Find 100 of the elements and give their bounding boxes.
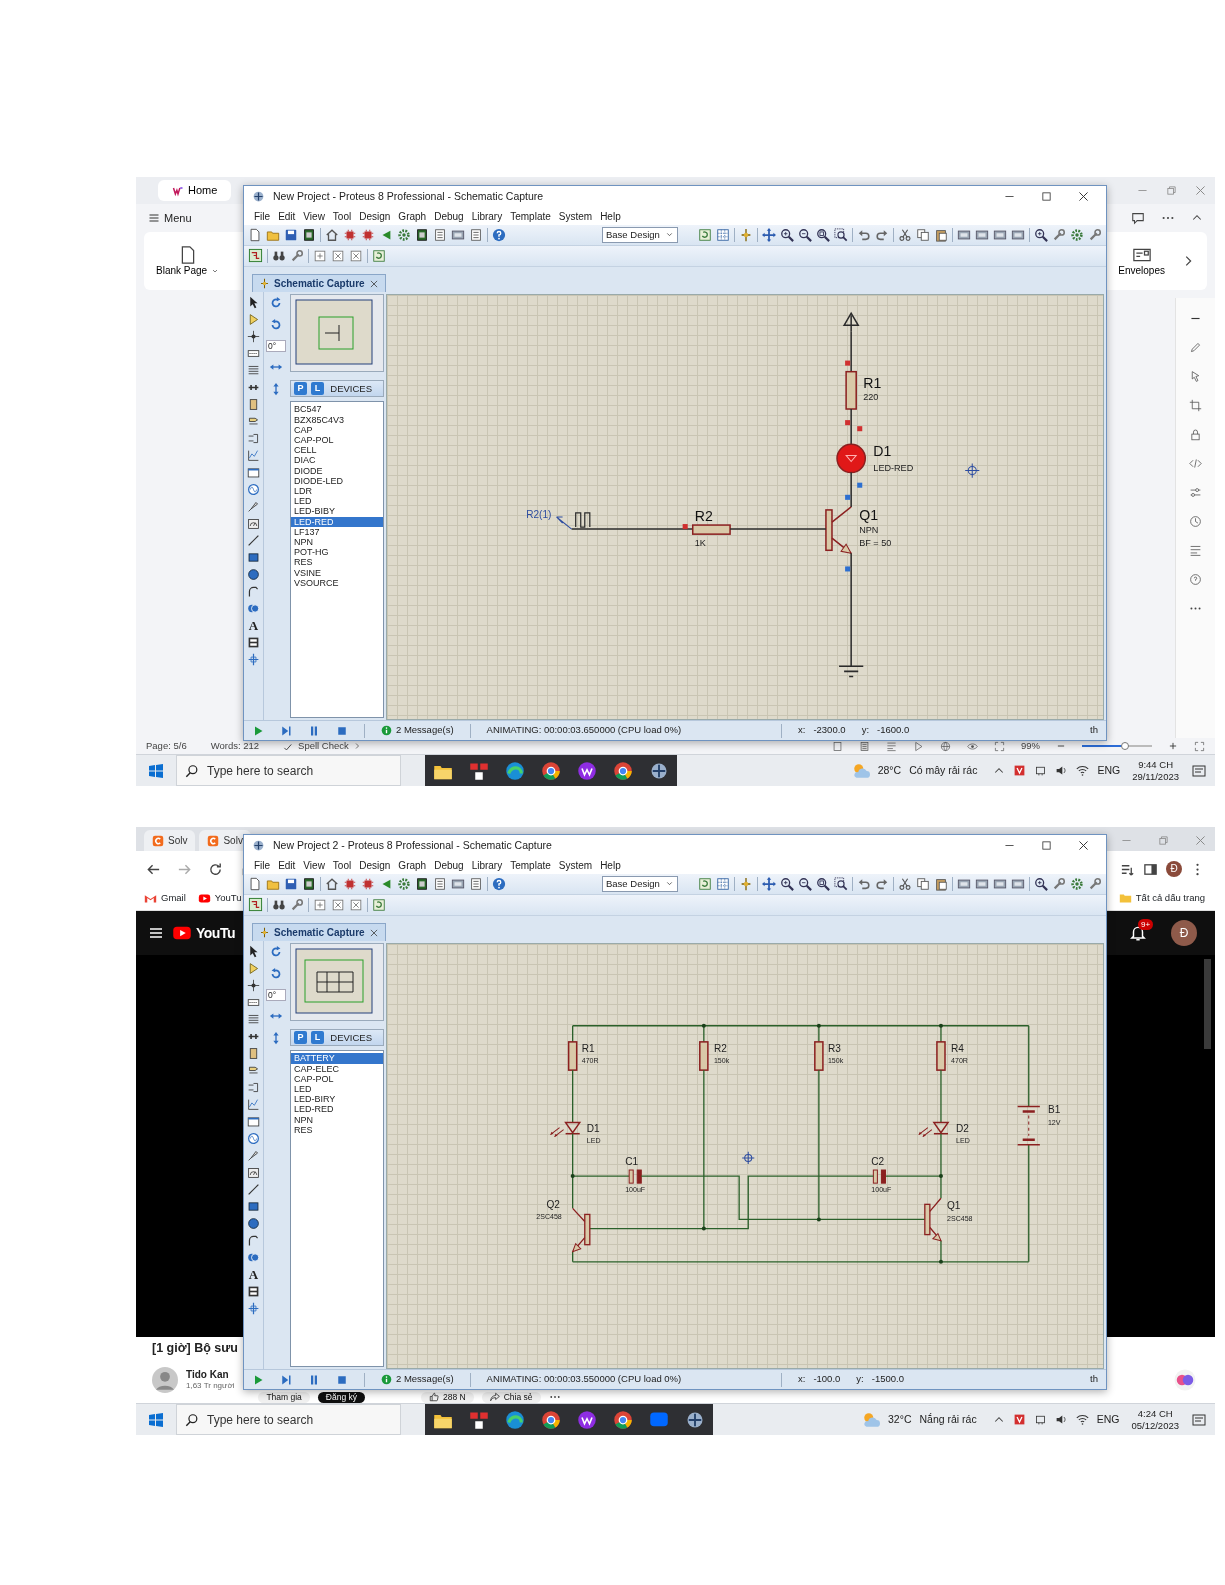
menu-item[interactable]: View [299,208,329,224]
clock-date[interactable]: 29/11/2023 [1132,770,1179,782]
text-tool[interactable]: A [248,619,259,633]
part-value: 220 [863,392,879,403]
profile-avatar[interactable]: Đ [1166,861,1182,877]
library-button[interactable]: L [311,1031,324,1045]
temperature-text: 28°C [877,762,902,778]
share-button[interactable]: Chia sẻ [481,1391,541,1403]
design-select[interactable]: Base Design [602,226,678,243]
text-tool[interactable]: A [248,1268,259,1282]
device-item[interactable]: LED [291,496,383,507]
device-item[interactable]: BC547 [291,404,383,415]
device-item[interactable]: LED-BIRY [291,1094,383,1105]
device-item[interactable]: BATTERY [291,1053,383,1064]
document-tab[interactable]: Schematic Capture [252,274,386,293]
menu-item[interactable]: Debug [430,208,468,224]
pick-button[interactable]: P [294,1031,307,1045]
device-item[interactable]: RES [291,557,383,568]
rotation-field[interactable]: 0° [266,989,286,1002]
part-reference: C1 [625,1156,638,1168]
language-indicator[interactable]: ENG [1097,762,1121,779]
menu-label[interactable]: Menu [164,209,192,227]
menu-item[interactable]: Library [467,857,507,873]
browser-tab[interactable]: Solv [144,830,196,851]
like-button[interactable]: 288 N [421,1391,474,1403]
devices-title: DEVICES [330,381,372,396]
zoom-level[interactable]: 99% [1021,738,1040,754]
site-logo-text[interactable]: YouTu [196,922,235,944]
menu-item[interactable]: View [299,857,329,873]
menu-item[interactable]: Template [506,857,555,873]
menu-item[interactable]: Template [506,208,555,224]
blank-page-button[interactable]: Blank Page [156,245,220,277]
device-item[interactable]: BZX85C4V3 [291,414,383,425]
device-item[interactable]: VSINE [291,567,383,578]
tab-label[interactable]: Schematic Capture [274,925,365,941]
account-avatar[interactable]: Đ [1171,920,1197,946]
device-item[interactable]: NPN [291,1114,383,1125]
device-item[interactable]: LF137 [291,526,383,537]
bookmark-link[interactable]: YouTu [197,891,242,906]
menu-item[interactable]: Graph [394,857,431,873]
clock-time[interactable]: 9:44 CH [1132,759,1179,771]
coordinate-label: x: [798,723,806,738]
clock-time[interactable]: 4:24 CH [1131,1408,1179,1420]
tab-label[interactable]: Schematic Capture [274,276,365,292]
part-reference: D1 [873,443,892,460]
device-item[interactable]: POT-HG [291,547,383,558]
device-item[interactable]: LED-RED [291,1104,383,1115]
menu-item[interactable]: Help [596,208,625,224]
menu-item[interactable]: Graph [394,208,431,224]
menu-item[interactable]: Help [596,857,625,873]
menu-item[interactable]: Tool [328,857,356,873]
device-item[interactable]: LED [291,1083,383,1095]
design-select[interactable]: Base Design [602,875,678,892]
document-tab[interactable]: Schematic Capture [252,923,386,942]
design-select-value: Base Design [606,876,660,891]
subscribe-button[interactable]: Đăng ký [317,1391,366,1403]
device-item[interactable]: LED-BIBY [291,506,383,517]
menu-item[interactable]: File [250,208,275,224]
home-tab[interactable]: Home [158,180,232,201]
menu-item[interactable]: Design [355,208,395,224]
part-reference: D1 [586,1123,600,1134]
menu-item[interactable]: System [554,208,597,224]
bookmark-link[interactable]: Gmail [144,891,186,906]
device-item[interactable]: CAP-ELEC [291,1063,383,1074]
envelopes-button[interactable]: Envelopes [1118,245,1165,277]
device-item[interactable]: CELL [291,445,383,456]
device-item[interactable]: VSOURCE [291,577,383,588]
menu-item[interactable]: Tool [328,208,356,224]
device-item[interactable]: RES [291,1124,383,1135]
menu-item[interactable]: File [250,857,275,873]
search-field[interactable]: Type here to search [176,1404,401,1435]
menu-item[interactable]: Debug [430,857,468,873]
search-field[interactable]: Type here to search [176,755,401,786]
language-indicator[interactable]: ENG [1096,1411,1120,1428]
library-button[interactable]: L [311,382,324,396]
device-item[interactable]: DIAC [291,455,383,466]
device-item[interactable]: DIODE-LED [291,475,383,486]
menu-item[interactable]: Edit [274,857,300,873]
device-item[interactable]: CAP [291,424,383,435]
message-count[interactable]: 2 Message(s) [396,723,454,738]
window-title: New Project - Proteus 8 Professional - Schematic Capture [273,189,544,205]
all-bookmarks-link[interactable]: Tất cả dấu trang [1118,891,1205,906]
menu-item[interactable]: System [554,857,597,873]
menu-item[interactable]: Design [355,857,395,873]
join-button[interactable]: Tham gia [258,1391,310,1403]
device-item[interactable]: NPN [291,536,383,548]
menu-item[interactable]: Edit [274,208,300,224]
spell-check-label[interactable]: Spell Check [298,738,349,754]
clock-date[interactable]: 05/12/2023 [1131,1419,1179,1431]
device-item[interactable]: DIODE [291,465,383,476]
menu-item[interactable]: Library [467,208,507,224]
rotation-field[interactable]: 0° [266,340,286,353]
message-count[interactable]: 2 Message(s) [396,1372,454,1387]
schematic-canvas[interactable]: R2(1) R1 220 D1 LED-RED R2 1K Q1 NPN BF = 50 [386,294,1104,721]
device-item[interactable]: CAP-POL [291,434,383,446]
device-item[interactable]: LDR [291,485,383,497]
device-item[interactable]: CAP-POL [291,1073,383,1084]
pick-button[interactable]: P [294,382,307,396]
channel-name[interactable]: Tido Kan [186,1369,235,1381]
device-item[interactable]: LED-RED [291,516,383,527]
